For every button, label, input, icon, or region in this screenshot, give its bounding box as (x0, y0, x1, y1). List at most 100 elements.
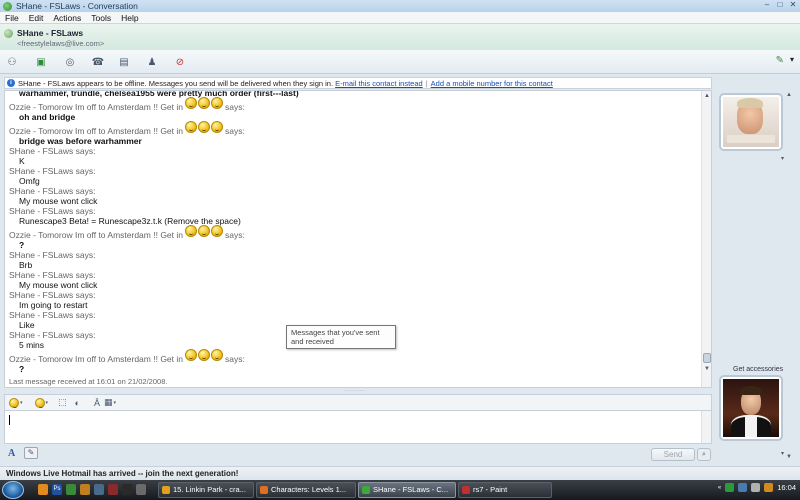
message-text: Brb (19, 260, 33, 270)
menu-tools[interactable]: Tools (86, 13, 116, 23)
font-mode-icon[interactable]: A (8, 448, 15, 459)
scroll-down-icon[interactable]: ▼ (784, 454, 794, 462)
toolbar-right: ✎ ▾ (776, 55, 794, 66)
last-received-status: Last message received at 16:01 on 21/02/… (9, 377, 168, 386)
tooltip: Messages that you've sent and received (286, 325, 396, 349)
taskbar-button-label: rs7 - Paint (473, 485, 508, 494)
media-icon[interactable] (108, 484, 118, 495)
task-app-icon (260, 486, 268, 494)
show-menu-icon[interactable]: ▾ (790, 55, 794, 66)
message-sender: SHane - FSLaws says: (5, 270, 700, 280)
email-contact-link[interactable]: E-mail this contact instead (335, 79, 423, 88)
handwriting-mode-icon[interactable]: ✎ (24, 447, 38, 459)
messenger-tray-icon[interactable] (725, 483, 735, 492)
nudge-icon[interactable]: ⬚ (58, 397, 67, 409)
scroll-up-icon[interactable]: ▲ (703, 92, 711, 100)
tray-expand-icon[interactable]: « (718, 485, 721, 491)
sender-name: SHane - FSLaws says: (9, 166, 96, 176)
search-icon[interactable]: ⌕ (697, 448, 711, 461)
folder-icon[interactable] (80, 484, 90, 495)
background-icon[interactable]: ▦ ▾ (104, 397, 116, 409)
menu-help[interactable]: Help (116, 13, 143, 23)
app-icon[interactable] (122, 484, 132, 495)
notice-text: SHane - FSLaws appears to be offline. Me… (18, 78, 334, 88)
sender-name: SHane - FSLaws says: (9, 290, 96, 300)
message-sender: SHane - FSLaws says: (5, 250, 700, 260)
scroll-thumb[interactable] (703, 353, 711, 363)
call-icon[interactable]: ☎ (90, 54, 106, 70)
offline-notice: i SHane - FSLaws appears to be offline. … (4, 77, 712, 89)
taskbar-button[interactable]: SHane - FSLaws - C... (358, 482, 456, 498)
contact-avatar[interactable] (719, 93, 783, 151)
block-contact-icon[interactable]: ⊘ (172, 54, 188, 70)
taskbar-button[interactable]: Characters: Levels 1... (256, 482, 356, 498)
get-accessories-link[interactable]: Get accessories (733, 366, 783, 373)
window-title: SHane - FSLaws - Conversation (16, 1, 138, 11)
taskbar-button[interactable]: rs7 - Paint (458, 482, 552, 498)
message-sender: Ozzie - Tomorow Im off to Amsterdam !! G… (5, 225, 700, 240)
sender-name: Ozzie - Tomorow Im off to Amsterdam !! G… (9, 230, 183, 240)
voice-clip-icon[interactable]: ◐ (75, 397, 80, 409)
invite-contact-icon[interactable]: ⚇ (4, 54, 20, 70)
activities-icon[interactable]: ▤ (116, 54, 132, 70)
sender-name: SHane - FSLaws says: (9, 206, 96, 216)
task-app-icon (362, 486, 370, 494)
smiley-icon (211, 225, 223, 237)
share-files-icon[interactable]: ▣ (33, 54, 49, 70)
explorer-icon[interactable] (94, 484, 104, 495)
says-label: says: (225, 354, 245, 364)
message-text: Runescape3 Beta! = Runescape3z.t.k (Remo… (19, 216, 241, 226)
send-button[interactable]: Send (651, 448, 695, 461)
input-scrollbar[interactable] (701, 411, 711, 443)
menu-file[interactable]: File (0, 13, 24, 23)
emoticon-icon[interactable]: ▾ (9, 397, 23, 409)
pane-resize-handle[interactable]: ······· (345, 388, 367, 394)
font-icon[interactable]: Ā (94, 397, 100, 409)
format-toolbar: ▾ ▾ ⬚ ◐ Ā ▦ ▾ (4, 394, 712, 410)
add-mobile-link[interactable]: Add a mobile number for this contact (431, 79, 553, 88)
emoticons (185, 121, 223, 136)
chevron-down-icon[interactable]: ▾ (781, 450, 784, 457)
contact-display-picture (723, 97, 779, 147)
taskbar-button-label: SHane - FSLaws - C... (373, 485, 449, 494)
firefox-icon[interactable] (38, 484, 48, 495)
message-text: Omfg (19, 176, 40, 186)
right-panel-scrollbar[interactable]: ▲ ▼ (784, 92, 794, 462)
switch-windows-icon[interactable] (136, 484, 146, 495)
hotmail-banner[interactable]: Windows Live Hotmail has arrived -- join… (0, 466, 800, 480)
minimize-button[interactable]: – (762, 0, 772, 10)
desktop-icon[interactable] (66, 484, 76, 495)
contact-name[interactable]: SHane - FSLaws (17, 28, 83, 38)
paintbrush-icon[interactable]: ✎ (776, 55, 784, 66)
user-avatar[interactable] (719, 375, 783, 441)
menu-edit[interactable]: Edit (24, 13, 49, 23)
info-icon: i (7, 79, 15, 87)
smiley-icon (211, 349, 223, 361)
scroll-down-icon[interactable]: ▼ (703, 365, 711, 373)
taskbar-button[interactable]: 15. Linkin Park - cra... (158, 482, 254, 498)
wink-icon[interactable]: ▾ (34, 397, 48, 409)
scroll-up-icon[interactable]: ▲ (784, 92, 794, 100)
volume-icon[interactable] (751, 483, 761, 492)
message-text: oh and bridge (19, 112, 76, 122)
taskbar: Ps 15. Linkin Park - cra... Characters: L… (0, 480, 800, 500)
photoshop-icon[interactable]: Ps (52, 484, 62, 495)
clock[interactable]: 16:04 (777, 483, 796, 492)
emoticons (185, 97, 223, 112)
close-button[interactable]: ✕ (788, 0, 798, 10)
says-label: says: (225, 102, 245, 112)
games-icon[interactable]: ♟ (144, 54, 160, 70)
message-input[interactable] (13, 414, 693, 440)
video-call-icon[interactable]: ◎ (62, 54, 78, 70)
task-app-icon (462, 486, 470, 494)
start-button[interactable] (2, 481, 24, 499)
menu-actions[interactable]: Actions (48, 13, 86, 23)
message-text: ? (19, 364, 25, 374)
maximize-button[interactable]: □ (775, 0, 785, 10)
security-icon[interactable] (764, 483, 774, 492)
smiley-icon (185, 121, 197, 133)
menu-bar: File Edit Actions Tools Help (0, 12, 800, 24)
conversation-scrollbar[interactable]: ▲ ▼ (701, 91, 711, 387)
contact-email: <freestylelaws@live.com> (17, 39, 105, 48)
network-icon[interactable] (738, 483, 748, 492)
